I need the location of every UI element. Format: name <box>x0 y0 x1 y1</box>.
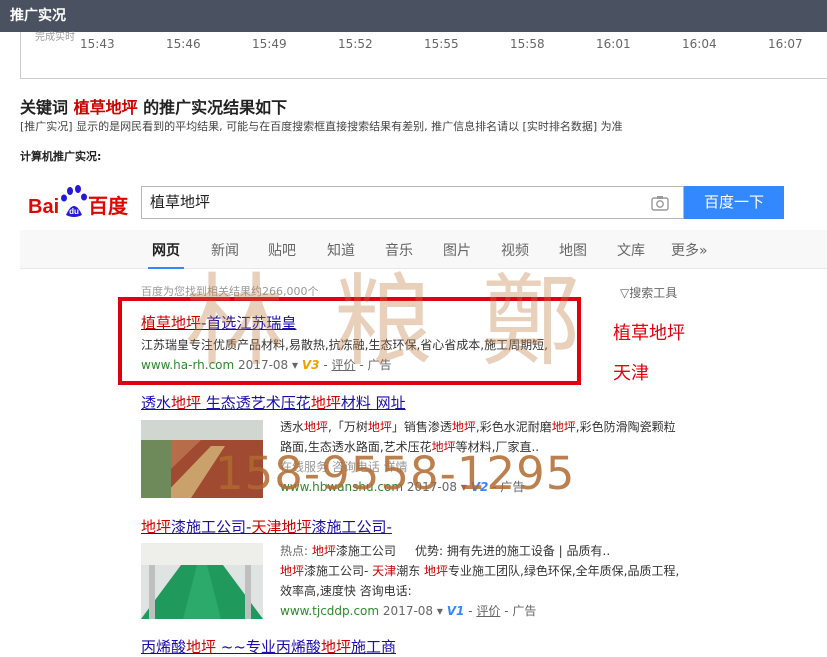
phone-watermark: 158-9558-1295 <box>215 447 576 500</box>
text-segment: 」销售渗透 <box>391 420 452 434</box>
baidu-logo: Bai du 百度 <box>28 185 129 218</box>
keyword-highlight: 地坪 <box>310 394 341 412</box>
logo-paw-text: du <box>69 207 79 216</box>
text-segment: 材料 网址 <box>340 394 406 412</box>
hot-item[interactable]: 漆施工公司 <box>336 544 396 558</box>
search-button[interactable]: 百度一下 <box>684 186 784 219</box>
timeline-tick: 15:58 <box>510 37 545 51</box>
advantage-text: 优势: 拥有先进的施工设备 | 品质有.. <box>414 544 611 558</box>
text-segment: 丙烯酸 <box>141 638 187 656</box>
result-title-3[interactable]: 地坪漆施工公司-天津地坪漆施工公司- <box>141 516 392 537</box>
logo-text-cn: 百度 <box>88 194 129 218</box>
timeline-tick: 15:43 <box>80 37 115 51</box>
timeline-cut-label: 完成实时 <box>35 32 75 43</box>
heading-keyword: 植草地坪 <box>73 98 138 117</box>
keyword-highlight: 地坪 <box>367 420 392 434</box>
tab-web[interactable]: 网页 <box>148 240 184 269</box>
text-segment: 漆施工公司- <box>311 518 392 536</box>
search-input[interactable]: 植草地坪 <box>141 186 684 219</box>
keyword-highlight: 地坪 <box>551 420 576 434</box>
result-heading: 关键词 植草地坪 的推广实况结果如下 <box>20 94 287 118</box>
result-title-4[interactable]: 丙烯酸地坪 ~~专业丙烯酸地坪施工商 <box>141 636 396 657</box>
text-segment: 生态透艺术压花 <box>201 394 311 412</box>
keyword-highlight: 地坪 <box>171 394 202 412</box>
text-segment: ,「万树 <box>328 420 368 434</box>
result-url[interactable]: www.tjcddp.com <box>280 604 379 618</box>
result-date: 2017-08 <box>382 604 434 618</box>
timeline-tick: 16:07 <box>768 37 803 51</box>
timeline-tick: 15:55 <box>424 37 459 51</box>
timeline-tick: 16:04 <box>682 37 717 51</box>
text-segment: 透水 <box>280 420 305 434</box>
result-url-line-3: www.tjcddp.com 2017-08 ▾ V1 - 评价 - 广告 <box>280 604 537 618</box>
watermark-calligraphy: 林粮鄭 <box>185 263 629 380</box>
logo-text-latin: Bai <box>28 196 59 218</box>
hot-keyword: 地坪 <box>311 544 336 558</box>
text-segment: 漆施工公司- <box>171 518 252 536</box>
panel-title-bar: 推广实况 <box>0 0 827 32</box>
keyword-highlight: 地坪 <box>451 420 476 434</box>
keyword-highlight: 地坪 <box>280 564 305 578</box>
keyword-highlight: 天津 <box>251 518 282 536</box>
timeline-tick: 16:01 <box>596 37 631 51</box>
heading-prefix: 关键词 <box>20 98 74 117</box>
keyword-highlight: 地坪 <box>320 638 351 656</box>
section-subheading: 计算机推广实况: <box>20 150 102 163</box>
text-segment: ,彩色水泥耐磨 <box>475 420 552 434</box>
keyword-highlight: 地坪 <box>304 420 329 434</box>
camera-icon[interactable] <box>651 195 669 211</box>
result-snippet-3: 地坪漆施工公司- 天津潮东 地坪专业施工团队,绿色环保,全年质保,品质工程,效率… <box>280 561 680 601</box>
timeline-tick: 15:52 <box>338 37 373 51</box>
eval-link[interactable]: 评价 <box>476 604 500 618</box>
credit-v-icon[interactable]: V1 <box>447 604 465 618</box>
text-segment: 透水 <box>141 394 172 412</box>
keyword-highlight: 地坪 <box>186 638 217 656</box>
hot-label: 热点: <box>280 544 312 558</box>
text-segment: 漆施工公司- <box>304 564 373 578</box>
heading-suffix: 的推广实况结果如下 <box>137 98 288 117</box>
result-thumbnail-3[interactable] <box>141 543 263 619</box>
text-segment: 潮东 <box>396 564 425 578</box>
keyword-highlight: 地坪 <box>424 564 449 578</box>
text-segment: ~~专业丙烯酸 <box>216 638 321 656</box>
search-query: 植草地坪 <box>150 193 211 211</box>
keyword-highlight: 地坪 <box>281 518 312 536</box>
keyword-highlight: 天津 <box>372 564 397 578</box>
timeline-axis: 完成实时 15:43 15:46 15:49 15:52 15:55 15:58… <box>20 32 827 79</box>
keyword-highlight: 地坪 <box>141 518 172 536</box>
result-hot-line-3: 热点: 地坪漆施工公司 优势: 拥有先进的施工设备 | 品质有.. <box>280 541 610 561</box>
disclaimer-note: [推广实况] 显示的是网民看到的平均结果, 可能与在百度搜索框直接搜索结果有差别… <box>20 120 623 133</box>
tab-more[interactable]: 更多» <box>671 240 708 260</box>
dropdown-icon[interactable]: ▾ <box>437 604 443 618</box>
ad-label: 广告 <box>512 604 537 618</box>
result-title-2[interactable]: 透水地坪 生态透艺术压花地坪材料 网址 <box>141 392 406 413</box>
search-tools-label: 搜索工具 <box>629 286 678 300</box>
text-segment: 施工商 <box>350 638 396 656</box>
panel-title: 推广实况 <box>10 8 66 24</box>
paw-icon: du <box>61 185 87 217</box>
timeline-tick: 15:46 <box>166 37 201 51</box>
timeline-tick: 15:49 <box>252 37 287 51</box>
